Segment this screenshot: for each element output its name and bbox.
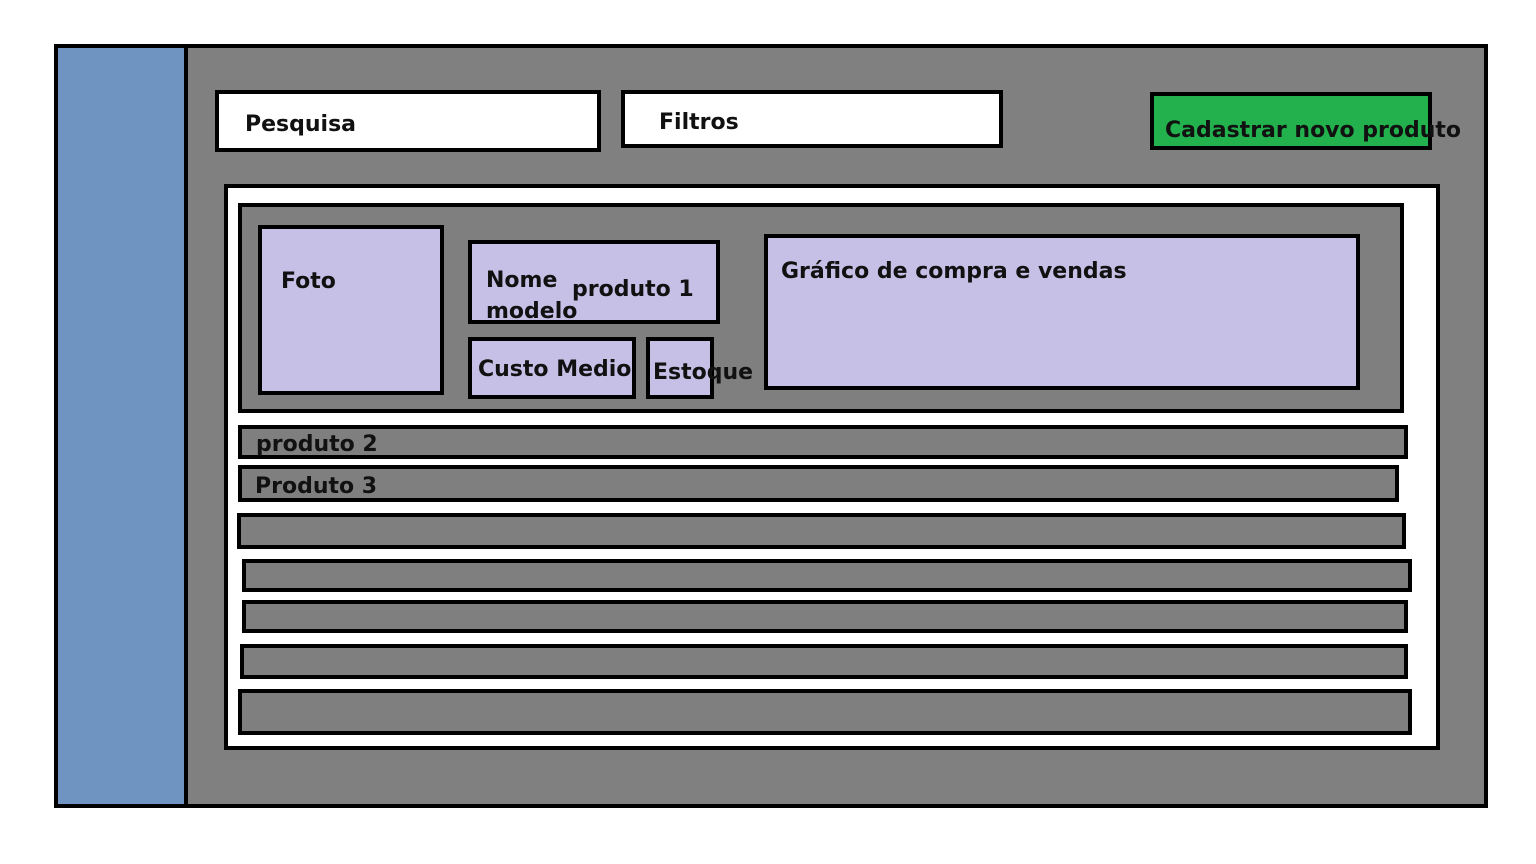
product-row-label: produto 2 — [256, 432, 378, 457]
new-product-button[interactable]: Cadastrar novo produto — [1150, 92, 1461, 150]
product-name: produto 1 — [572, 277, 694, 302]
product-row[interactable]: produto 2 — [238, 425, 1408, 459]
product-row[interactable] — [238, 689, 1412, 735]
model-label: modelo — [486, 299, 578, 324]
product-row[interactable] — [242, 559, 1412, 592]
product-row-label: Produto 3 — [255, 474, 378, 499]
chart-label: Gráfico de compra e vendas — [781, 259, 1127, 284]
product-row[interactable]: Produto 3 — [238, 465, 1399, 502]
product-name-box: Nome produto 1 modelo — [468, 240, 720, 324]
product-row[interactable] — [240, 644, 1408, 679]
product-row[interactable] — [237, 513, 1406, 549]
search-label: Pesquisa — [245, 112, 357, 137]
sales-chart: Gráfico de compra e vendas — [764, 234, 1360, 390]
photo-label: Foto — [281, 269, 336, 294]
stock-label: Estoque — [653, 360, 754, 385]
name-label: Nome — [486, 268, 558, 293]
stock-box: Estoque — [646, 337, 753, 399]
avg-cost-box: Custo Medio — [468, 337, 636, 399]
product-photo: Foto — [258, 225, 444, 395]
avg-cost-label: Custo Medio — [478, 357, 632, 382]
filters-field[interactable]: Filtros — [621, 90, 1003, 148]
sidebar[interactable] — [58, 48, 188, 804]
search-input[interactable]: Pesquisa — [215, 90, 601, 152]
filters-label: Filtros — [659, 110, 739, 135]
product-row[interactable] — [242, 600, 1408, 633]
new-product-label: Cadastrar novo produto — [1165, 118, 1462, 143]
